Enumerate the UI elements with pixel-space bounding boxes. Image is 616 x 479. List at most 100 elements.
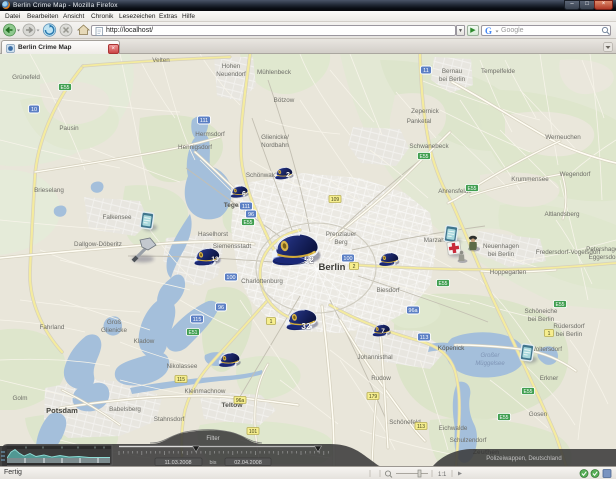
svg-text:Hohen: Hohen [222, 63, 241, 70]
svg-text:Nikolassee: Nikolassee [167, 363, 198, 370]
svg-text:Haselhorst: Haselhorst [198, 231, 228, 238]
svg-text:G: G [485, 26, 492, 36]
svg-text:1: 1 [270, 319, 273, 325]
svg-text:Falkensee: Falkensee [102, 214, 132, 221]
svg-text:109: 109 [331, 197, 340, 203]
svg-text:96a: 96a [236, 398, 245, 404]
svg-text:E55: E55 [556, 302, 565, 308]
svg-text:Kladow: Kladow [134, 338, 155, 345]
svg-text:Schöneiche: Schöneiche [525, 308, 558, 315]
svg-text:Stahnsdorf: Stahnsdorf [154, 416, 185, 423]
svg-text:96: 96 [248, 212, 254, 218]
svg-text:111: 111 [242, 204, 250, 210]
svg-text:E51: E51 [189, 330, 198, 336]
svg-text:Johannisthal: Johannisthal [357, 354, 392, 361]
svg-text:Tempelfelde: Tempelfelde [481, 68, 515, 75]
svg-text:96a: 96a [408, 308, 418, 314]
svg-text:11: 11 [423, 68, 429, 74]
svg-text:Zepernick: Zepernick [411, 108, 439, 115]
svg-text:Potsdam: Potsdam [46, 406, 78, 415]
svg-text:Glienicke/: Glienicke/ [261, 134, 289, 141]
svg-text:Babelsberg: Babelsberg [109, 406, 141, 413]
svg-text:52: 52 [304, 255, 314, 265]
svg-text:Groß: Groß [107, 319, 121, 326]
svg-text:Rüdersdorf: Rüdersdorf [553, 323, 584, 330]
svg-text:E55: E55 [61, 85, 70, 91]
svg-text:Werneuchen: Werneuchen [545, 134, 581, 141]
svg-text:Tegel: Tegel [224, 202, 241, 209]
svg-text:Biesdorf: Biesdorf [376, 287, 399, 294]
svg-text:13: 13 [211, 256, 219, 263]
svg-text:Krummensee: Krummensee [511, 176, 549, 183]
svg-text:Müggelsee: Müggelsee [475, 361, 505, 367]
svg-text:bei Berlin: bei Berlin [556, 331, 583, 338]
svg-text:Dallgow-Döberitz: Dallgow-Döberitz [74, 241, 122, 248]
svg-text:Brieselang: Brieselang [34, 187, 64, 194]
svg-text:100: 100 [343, 256, 352, 262]
svg-text:113: 113 [417, 424, 425, 430]
svg-text:Bötzow: Bötzow [274, 97, 295, 104]
svg-text:6: 6 [242, 191, 246, 198]
svg-text:Petershagen: Petershagen [586, 246, 616, 253]
svg-text:Glienicke: Glienicke [101, 327, 127, 334]
svg-text:1: 1 [548, 331, 551, 337]
svg-text:Köpenick: Köpenick [438, 345, 465, 352]
svg-text:Mühlenbeck: Mühlenbeck [257, 69, 292, 76]
svg-text:115: 115 [193, 317, 202, 323]
svg-text:Berlin: Berlin [319, 262, 346, 273]
svg-text:bei Berlin: bei Berlin [528, 316, 555, 323]
svg-text:bei Berlin: bei Berlin [439, 76, 466, 83]
svg-text:Filter: Filter [206, 436, 219, 442]
svg-text:Hoppegarten: Hoppegarten [490, 269, 527, 276]
svg-text:bei Berlin: bei Berlin [488, 251, 515, 258]
svg-text:1:1: 1:1 [438, 472, 447, 478]
svg-text:Prenzlauer: Prenzlauer [326, 231, 356, 238]
svg-text:100: 100 [226, 275, 235, 281]
svg-text:Erkner: Erkner [540, 375, 559, 382]
svg-text:96: 96 [218, 305, 224, 311]
svg-text:Hermsdorf: Hermsdorf [195, 131, 225, 138]
svg-text:7: 7 [381, 328, 385, 335]
svg-text:Altlandsberg: Altlandsberg [544, 211, 580, 218]
svg-text:10: 10 [31, 107, 37, 113]
svg-text:E55: E55 [420, 154, 429, 160]
svg-text:Berg: Berg [334, 239, 348, 246]
svg-text:Panketal: Panketal [407, 118, 432, 125]
svg-text:Rudow: Rudow [371, 375, 391, 382]
svg-text:Schulzendorf: Schulzendorf [450, 437, 487, 444]
svg-text:Golm: Golm [12, 395, 27, 402]
svg-text:Nordbahn: Nordbahn [261, 142, 289, 149]
svg-text:Großer: Großer [480, 353, 500, 359]
svg-text:Neuenhagen: Neuenhagen [483, 243, 520, 250]
svg-text:Pausin: Pausin [59, 125, 79, 132]
svg-text:Fahrland: Fahrland [40, 324, 65, 331]
svg-text:E55: E55 [524, 389, 533, 395]
svg-text:Gosen: Gosen [529, 411, 548, 418]
svg-text:Eggersdorf: Eggersdorf [589, 254, 616, 261]
svg-text:Velten: Velten [152, 57, 170, 64]
svg-text:Charlottenburg: Charlottenburg [241, 278, 283, 285]
svg-text:101: 101 [249, 429, 258, 435]
svg-text:E55: E55 [468, 186, 477, 192]
svg-text:Woltersdorf: Woltersdorf [530, 346, 562, 353]
svg-text:E55: E55 [439, 281, 448, 287]
svg-text:Hennigsdorf: Hennigsdorf [178, 144, 212, 151]
svg-text:Schwanebeck: Schwanebeck [409, 143, 449, 150]
svg-text:Kleinmachnow: Kleinmachnow [185, 388, 226, 395]
svg-text:Siemensstadt: Siemensstadt [213, 243, 251, 250]
svg-text:Bernau: Bernau [442, 68, 463, 75]
svg-text:2: 2 [353, 264, 356, 270]
svg-text:Wegendorf: Wegendorf [560, 171, 591, 178]
svg-text:179: 179 [369, 394, 378, 400]
svg-text:115: 115 [177, 377, 185, 383]
svg-text:32: 32 [301, 321, 311, 331]
svg-text:2: 2 [286, 172, 290, 179]
svg-text:Eichwalde: Eichwalde [439, 425, 468, 432]
svg-text:Polizeiwappen, Deutschland: Polizeiwappen, Deutschland [486, 456, 561, 462]
svg-text:E55: E55 [244, 220, 253, 226]
svg-text:Neuendorf: Neuendorf [216, 71, 246, 78]
svg-text:111: 111 [200, 118, 208, 124]
svg-text:Grünefeld: Grünefeld [12, 74, 40, 81]
svg-text:113: 113 [420, 335, 429, 341]
svg-text:E55: E55 [500, 415, 509, 421]
